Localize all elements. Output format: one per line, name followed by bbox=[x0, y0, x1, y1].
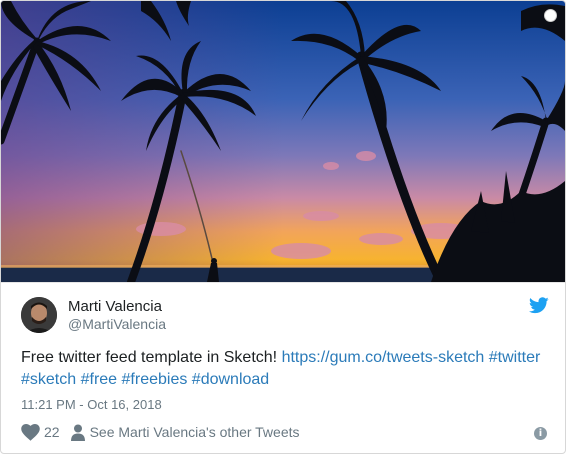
heart-icon[interactable] bbox=[21, 423, 40, 441]
tweet-text: Free twitter feed template in Sketch! ht… bbox=[21, 347, 551, 391]
tweet-timestamp[interactable]: 11:21 PM - Oct 16, 2018 bbox=[21, 397, 162, 412]
embedded-tweet-card: Marti Valencia @MartiValencia Free twitt… bbox=[0, 0, 566, 454]
twitter-bird-icon[interactable] bbox=[529, 297, 549, 314]
tweet-photo[interactable] bbox=[1, 1, 565, 282]
sunset-palm-photo bbox=[1, 1, 565, 282]
hashtag-link[interactable]: #free bbox=[81, 371, 117, 388]
tweet-actions: 22 See Marti Valencia's other Tweets bbox=[21, 422, 300, 442]
avatar[interactable] bbox=[21, 297, 57, 333]
hashtag-link[interactable]: #download bbox=[192, 371, 269, 388]
hashtag-link[interactable]: #sketch bbox=[21, 371, 76, 388]
tweet-link[interactable]: https://gum.co/tweets-sketch bbox=[282, 349, 485, 366]
info-icon[interactable]: i bbox=[534, 427, 547, 440]
hashtag-link[interactable]: #freebies bbox=[122, 371, 188, 388]
avatar-portrait bbox=[21, 297, 57, 333]
like-count[interactable]: 22 bbox=[44, 424, 60, 440]
divider bbox=[1, 282, 565, 283]
author-name[interactable]: Marti Valencia bbox=[68, 298, 162, 315]
status-dot-icon bbox=[544, 9, 557, 22]
author-handle[interactable]: @MartiValencia bbox=[68, 316, 166, 332]
tweet-text-plain: Free twitter feed template in Sketch! bbox=[21, 349, 282, 366]
person-icon[interactable] bbox=[70, 424, 85, 441]
other-tweets-link[interactable]: See Marti Valencia's other Tweets bbox=[90, 424, 300, 440]
hashtag-link[interactable]: #twitter bbox=[489, 349, 541, 366]
